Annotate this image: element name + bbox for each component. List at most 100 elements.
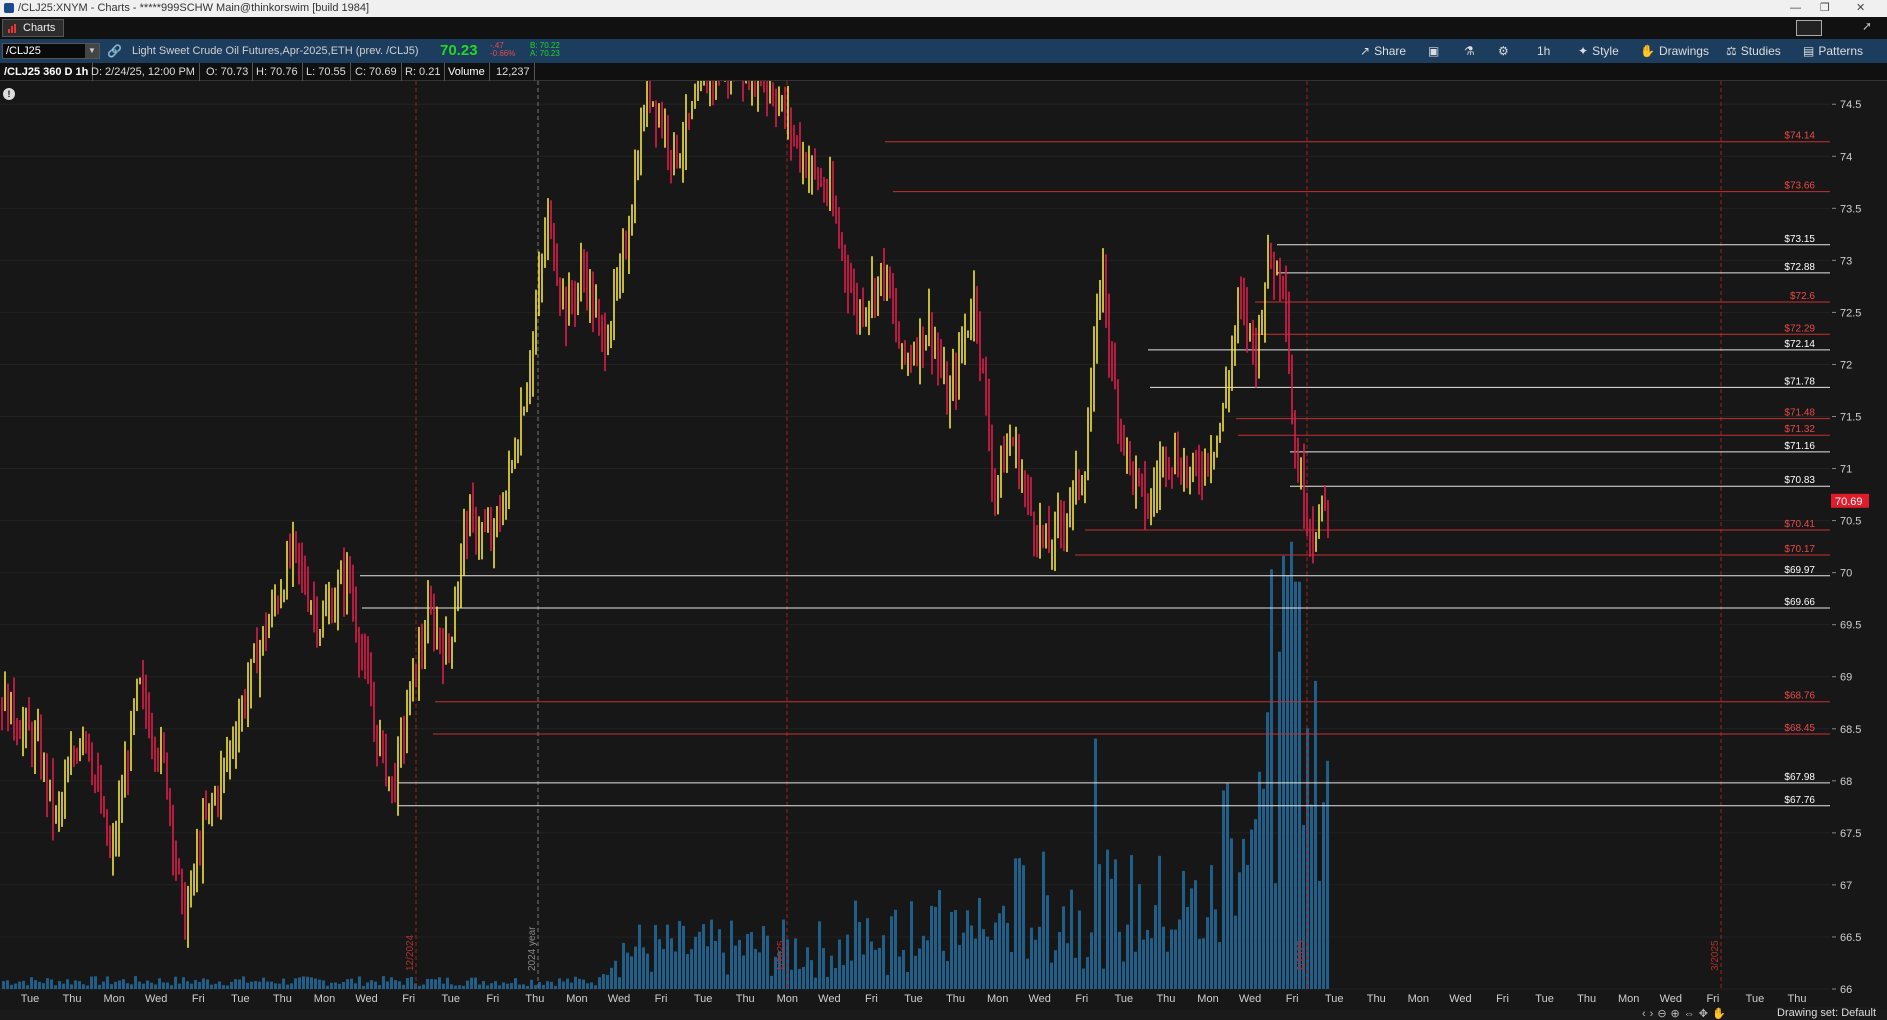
share-button[interactable]: ↗ Share: [1360, 43, 1406, 59]
aggregation-label[interactable]: /CLJ25 360 D 1h: [0, 63, 94, 81]
volume-bar: [1218, 942, 1221, 989]
volume-bar: [358, 976, 361, 989]
volume-bar: [150, 982, 153, 989]
volume-bar: [186, 981, 189, 989]
timeframe-button[interactable]: 1h: [1537, 43, 1550, 59]
volume-bar: [10, 984, 13, 989]
volume-bar: [158, 978, 161, 989]
volume-bar: [166, 982, 169, 989]
x-tick-label: Wed: [145, 993, 167, 1005]
volume-bar: [1142, 939, 1145, 989]
x-tick-label: Thu: [1156, 993, 1175, 1005]
pin-icon[interactable]: ➚: [1862, 19, 1872, 33]
drawings-button[interactable]: ✋ Drawings: [1640, 43, 1709, 59]
volume-bar: [834, 967, 837, 989]
volume-bar: [174, 976, 177, 989]
window-title: /CLJ25:XNYM - Charts - *****999SCHW Main…: [18, 2, 370, 14]
studies-label: Studies: [1740, 44, 1781, 58]
volume-bar: [1290, 541, 1293, 989]
close-icon[interactable]: ✕: [1856, 0, 1865, 17]
maximize-panel-icon[interactable]: [1796, 20, 1822, 36]
price-level-label: $71.48: [1784, 408, 1815, 419]
x-tick-label: Thu: [736, 993, 755, 1005]
settings-button[interactable]: ⚙: [1498, 43, 1513, 59]
link-icon[interactable]: 🔗: [107, 44, 122, 58]
x-tick-label: Thu: [1577, 993, 1596, 1005]
style-icon: ✦: [1578, 44, 1589, 58]
volume-bar: [1326, 760, 1329, 989]
volume-bar: [510, 983, 513, 989]
symbol-input[interactable]: /CLJ25 ▼: [2, 43, 100, 59]
studies-icon: ⚖: [1726, 44, 1737, 58]
y-tick-label: 67.5: [1840, 828, 1861, 840]
volume-bar: [366, 982, 369, 989]
price-chart[interactable]: 12/2024 2024 year 1/2025 2/2025 3/2025 $74.1…: [0, 81, 1887, 1020]
chart-area[interactable]: 12/2024 2024 year 1/2025 2/2025 3/2025 $74.1…: [0, 81, 1887, 1020]
volume-bar: [522, 984, 525, 989]
minimize-icon[interactable]: —: [1790, 0, 1801, 17]
volume-bar: [574, 976, 577, 989]
volume-bar: [202, 978, 205, 989]
volume-bar: [618, 977, 621, 989]
period-marker-label: 2/2025: [1296, 940, 1307, 971]
restore-icon[interactable]: ❐: [1820, 0, 1830, 17]
volume-bar: [726, 974, 729, 989]
x-tick-label: Wed: [355, 993, 377, 1005]
bar-high: H: 70.76: [252, 63, 303, 81]
bottom-scrollbar[interactable]: [0, 1010, 1887, 1020]
x-tick-label: Wed: [1449, 993, 1471, 1005]
studies-button[interactable]: ⚖ Studies: [1726, 43, 1781, 59]
screenshot-button[interactable]: ▣: [1428, 43, 1443, 59]
volume-bar: [402, 984, 405, 989]
volume-bar: [990, 940, 993, 989]
volume-bar: [1202, 938, 1205, 989]
share-label: Share: [1374, 44, 1407, 58]
chart-nav-controls[interactable]: ‹›⊖⊕⇔✥✋: [1642, 1008, 1730, 1020]
flask-button[interactable]: ⚗: [1464, 43, 1479, 59]
volume-bar: [374, 981, 377, 989]
volume-bar: [238, 979, 241, 989]
tab-charts-label: Charts: [23, 22, 56, 34]
volume-bar: [1074, 957, 1077, 989]
price-level-label: $73.15: [1784, 234, 1815, 245]
volume-bar: [806, 947, 809, 989]
bid-ask: B: 70.22 A: 70.23: [530, 42, 560, 58]
volume-bar: [998, 913, 1001, 989]
chevron-down-icon[interactable]: ▼: [85, 44, 99, 58]
volume-bar: [962, 932, 965, 989]
volume-bar: [558, 978, 561, 989]
volume-bar: [902, 950, 905, 989]
volume-bar: [86, 985, 89, 989]
y-tick-label: 70: [1840, 568, 1852, 580]
volume-bar: [1318, 880, 1321, 989]
volume-bar: [6, 980, 9, 989]
volume-bar: [1158, 855, 1161, 989]
period-marker-label: 12/2024: [405, 934, 416, 971]
tab-charts[interactable]: Charts: [2, 19, 64, 37]
timeframe-label: 1h: [1537, 44, 1551, 58]
volume-bar: [418, 985, 421, 989]
share-icon: ↗: [1360, 44, 1371, 58]
volume-bar: [1162, 926, 1165, 989]
volume-bar: [986, 936, 989, 989]
volume-bar: [982, 929, 985, 989]
volume-bar: [1230, 838, 1233, 989]
alert-icon[interactable]: !: [3, 88, 15, 100]
volume-bar: [394, 980, 397, 989]
volume-bar: [1126, 924, 1129, 989]
volume-bar: [2, 981, 5, 989]
y-tick-label: 66.5: [1840, 932, 1861, 944]
style-button[interactable]: ✦ Style: [1578, 43, 1619, 59]
x-tick-label: Mon: [1618, 993, 1639, 1005]
volume-bar: [794, 938, 797, 989]
bar-close: C: 70.69: [351, 63, 402, 81]
volume-bar: [822, 948, 825, 989]
y-tick-label: 69: [1840, 672, 1852, 684]
x-tick-label: Mon: [777, 993, 798, 1005]
volume-bar: [1086, 957, 1089, 989]
volume-bar: [398, 981, 401, 989]
patterns-button[interactable]: ▤ Patterns: [1803, 43, 1863, 59]
price-level-label: $72.29: [1784, 323, 1815, 334]
volume-bar: [670, 938, 673, 989]
volume-bar: [1266, 712, 1269, 989]
